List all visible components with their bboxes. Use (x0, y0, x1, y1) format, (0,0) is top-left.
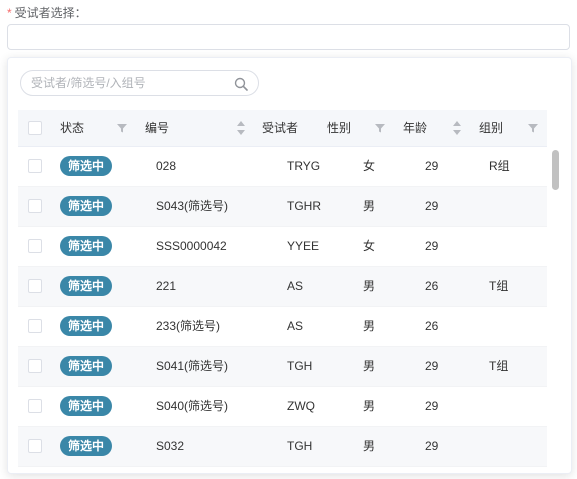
header-subject: 受试者 (262, 121, 299, 135)
row-checkbox[interactable] (28, 279, 42, 293)
group-filter-icon[interactable] (528, 123, 538, 133)
table-row[interactable]: 筛选中 221 AS 男 26 T组 (18, 267, 547, 307)
cell-age: 29 (425, 199, 439, 213)
table-row[interactable]: 筛选中 SSS0000042 YYEE 女 29 (18, 227, 547, 267)
header-age: 年龄 (403, 121, 428, 135)
cell-number: 221 (156, 279, 177, 293)
cell-number: S043(筛选号) (156, 199, 229, 213)
table-row[interactable]: 筛选中 028 TRYG 女 29 R组 (18, 147, 547, 187)
field-label-text: 受试者选择： (14, 6, 87, 20)
subject-dropdown-panel: 状态 编号 受试者 性别 年龄 组别 筛 (7, 57, 572, 474)
status-badge: 筛选中 (60, 436, 113, 456)
scrollbar-track[interactable] (549, 146, 561, 464)
row-checkbox[interactable] (28, 439, 42, 453)
cell-gender: 男 (363, 319, 376, 333)
select-all-checkbox[interactable] (28, 121, 42, 135)
cell-gender: 男 (363, 399, 376, 413)
header-group: 组别 (479, 121, 504, 135)
cell-number: 028 (156, 159, 177, 173)
cell-number: S040(筛选号) (156, 399, 229, 413)
cell-age: 26 (425, 319, 439, 333)
search-icon[interactable] (234, 77, 248, 91)
table-row[interactable]: 筛选中 S032 TGH 男 29 (18, 427, 547, 467)
header-gender: 性别 (327, 121, 352, 135)
status-badge: 筛选中 (60, 196, 113, 216)
scrollbar-thumb[interactable] (552, 150, 559, 190)
status-badge: 筛选中 (60, 236, 113, 256)
cell-gender: 男 (363, 359, 376, 373)
status-filter-icon[interactable] (117, 123, 127, 133)
cell-number: SSS0000042 (156, 239, 227, 253)
search-input[interactable] (31, 74, 231, 92)
cell-age: 29 (425, 439, 439, 453)
cell-age: 26 (425, 279, 439, 293)
status-badge: 筛选中 (60, 356, 113, 376)
cell-gender: 女 (363, 159, 376, 173)
gender-filter-icon[interactable] (375, 123, 385, 133)
cell-subject: TGH (287, 359, 313, 373)
status-badge: 筛选中 (60, 156, 113, 176)
table-body: 筛选中 028 TRYG 女 29 R组 筛选中 S043(筛选号) TGHR … (18, 147, 547, 467)
table-row[interactable]: 筛选中 233(筛选号) AS 男 26 (18, 307, 547, 347)
cell-gender: 男 (363, 279, 376, 293)
cell-subject: TGH (287, 439, 313, 453)
age-sort-icon[interactable] (453, 121, 461, 135)
cell-number: S041(筛选号) (156, 359, 229, 373)
subject-select-input[interactable] (7, 24, 570, 50)
cell-age: 29 (425, 159, 439, 173)
cell-group: T组 (489, 279, 509, 293)
cell-subject: TRYG (287, 159, 321, 173)
cell-subject: ZWQ (287, 399, 315, 413)
table-row[interactable]: 筛选中 S041(筛选号) TGH 男 29 T组 (18, 347, 547, 387)
row-checkbox[interactable] (28, 239, 42, 253)
required-mark: * (7, 6, 12, 20)
cell-number: S032 (156, 439, 185, 453)
row-checkbox[interactable] (28, 199, 42, 213)
table-row[interactable]: 筛选中 S040(筛选号) ZWQ 男 29 (18, 387, 547, 427)
status-badge: 筛选中 (60, 396, 113, 416)
search-box (20, 70, 259, 96)
cell-age: 29 (425, 359, 439, 373)
subject-table: 状态 编号 受试者 性别 年龄 组别 筛选中 028 TRYG 女 29 R组 … (18, 110, 547, 467)
cell-number: 233(筛选号) (156, 319, 221, 333)
cell-gender: 男 (363, 199, 376, 213)
number-sort-icon[interactable] (237, 121, 245, 135)
cell-subject: TGHR (287, 199, 321, 213)
cell-subject: AS (287, 319, 304, 333)
cell-age: 29 (425, 399, 439, 413)
header-status: 状态 (60, 121, 85, 135)
row-checkbox[interactable] (28, 359, 42, 373)
table-header: 状态 编号 受试者 性别 年龄 组别 (18, 110, 547, 147)
cell-age: 29 (425, 239, 439, 253)
field-label: * 受试者选择： (7, 4, 87, 21)
header-number: 编号 (145, 121, 170, 135)
row-checkbox[interactable] (28, 159, 42, 173)
status-badge: 筛选中 (60, 276, 113, 296)
row-checkbox[interactable] (28, 399, 42, 413)
cell-gender: 女 (363, 239, 376, 253)
cell-subject: AS (287, 279, 304, 293)
table-row[interactable]: 筛选中 S043(筛选号) TGHR 男 29 (18, 187, 547, 227)
row-checkbox[interactable] (28, 319, 42, 333)
cell-group: R组 (489, 159, 510, 173)
cell-subject: YYEE (287, 239, 320, 253)
status-badge: 筛选中 (60, 316, 113, 336)
cell-gender: 男 (363, 439, 376, 453)
cell-group: T组 (489, 359, 509, 373)
